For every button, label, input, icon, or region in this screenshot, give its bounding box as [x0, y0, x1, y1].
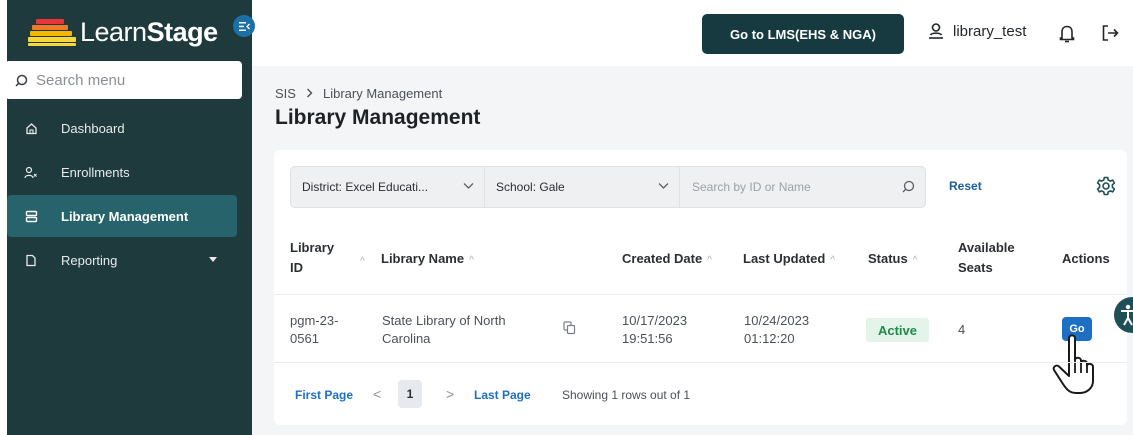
- cell-last-updated: 10/24/2023 01:12:20: [744, 313, 810, 346]
- sidebar-item-label: Dashboard: [61, 120, 125, 136]
- chevron-down-icon: [209, 257, 217, 262]
- logout-button[interactable]: [1101, 24, 1119, 47]
- status-badge: Active: [866, 318, 929, 342]
- first-page-link[interactable]: First Page: [295, 388, 353, 402]
- breadcrumb-current: Library Management: [322, 86, 443, 101]
- document-icon: [24, 253, 38, 267]
- logo-text-bold: Stage: [146, 16, 219, 47]
- logout-icon: [1102, 25, 1119, 41]
- logo-mark-icon: [28, 17, 78, 47]
- column-header-actions: Actions: [1062, 251, 1110, 266]
- collapse-icon: [238, 21, 250, 31]
- user-menu[interactable]: library_test: [927, 22, 1026, 40]
- page-title: Library Management: [275, 106, 481, 129]
- pagination-summary: Showing 1 rows out of 1: [562, 388, 691, 402]
- district-label: District:: [302, 180, 342, 194]
- filter-bar: District: Excel Educati... School: Gale …: [290, 166, 926, 208]
- table-divider: [274, 294, 1127, 295]
- home-icon: [24, 121, 38, 135]
- search-icon: [902, 180, 915, 193]
- breadcrumb-sis[interactable]: SIS: [275, 86, 296, 101]
- column-header-last-updated[interactable]: Last Updated ^: [743, 249, 835, 271]
- column-header-library-name[interactable]: Library Name ^: [381, 249, 474, 271]
- sidebar-item-dashboard[interactable]: Dashboard: [7, 107, 237, 149]
- gear-icon: [1096, 176, 1116, 196]
- search-input[interactable]: Search by ID or Name: [680, 167, 925, 207]
- prev-page-button[interactable]: <: [373, 386, 381, 402]
- school-label: School:: [496, 180, 537, 194]
- column-header-created-date[interactable]: Created Date ^: [622, 249, 712, 271]
- database-icon: [24, 209, 38, 223]
- column-header-library-id[interactable]: Library ID: [290, 238, 334, 278]
- app-logo[interactable]: LearnStage: [28, 14, 218, 50]
- breadcrumb: SIS Library Management: [275, 86, 442, 101]
- accessibility-button[interactable]: [1114, 297, 1133, 333]
- user-icon: [929, 23, 943, 39]
- search-input-placeholder: Search by ID or Name: [692, 180, 811, 194]
- sort-icon: ^: [469, 255, 474, 266]
- last-page-link[interactable]: Last Page: [474, 388, 531, 402]
- sidebar-item-reporting[interactable]: Reporting: [7, 239, 237, 281]
- sort-icon: ^: [912, 255, 918, 266]
- district-value: Excel Educati...: [345, 180, 429, 194]
- sidebar-item-library-management[interactable]: Library Management: [7, 195, 237, 237]
- sidebar-item-label: Enrollments: [61, 164, 130, 180]
- cell-available-seats: 4: [958, 322, 966, 337]
- cell-created-date: 10/17/2023 19:51:56: [622, 313, 688, 346]
- sort-icon[interactable]: ^: [360, 252, 365, 272]
- column-header-status[interactable]: Status ^: [868, 249, 917, 271]
- cell-library-name: State Library of North Carolina: [382, 313, 506, 346]
- bell-icon: [1059, 25, 1075, 43]
- table-divider: [274, 362, 1127, 363]
- sort-icon: ^: [830, 255, 836, 266]
- district-select[interactable]: District: Excel Educati...: [291, 167, 485, 207]
- search-icon: [15, 74, 28, 87]
- next-page-button[interactable]: >: [446, 386, 454, 402]
- go-to-lms-button[interactable]: Go to LMS(EHS & NGA): [702, 14, 904, 54]
- school-value: Gale: [539, 180, 565, 194]
- notifications-button[interactable]: [1058, 24, 1076, 49]
- chevron-down-icon: [658, 183, 669, 189]
- chevron-down-icon: [463, 183, 474, 189]
- chevron-right-icon: [306, 86, 313, 101]
- copy-icon: [563, 321, 576, 335]
- reset-button[interactable]: Reset: [949, 179, 982, 193]
- school-select[interactable]: School: Gale: [485, 167, 680, 207]
- collapse-sidebar-button[interactable]: [233, 15, 255, 37]
- sidebar-item-label: Reporting: [61, 252, 118, 268]
- copy-button[interactable]: [563, 321, 576, 340]
- logo-text-light: Learn: [80, 16, 147, 47]
- settings-button[interactable]: [1096, 176, 1116, 201]
- sidebar-search-placeholder: Search menu: [36, 71, 126, 89]
- sort-icon: ^: [707, 255, 712, 266]
- hand-pointer-icon: [1049, 333, 1099, 400]
- username: library_test: [953, 22, 1027, 40]
- sidebar-search[interactable]: Search menu: [5, 61, 242, 99]
- column-header-available-seats[interactable]: Available Seats: [958, 238, 1015, 278]
- sidebar-item-label: Library Management: [61, 208, 189, 224]
- current-page[interactable]: 1: [398, 380, 422, 408]
- sidebar-item-enrollments[interactable]: Enrollments: [7, 151, 237, 193]
- users-icon: [24, 165, 38, 179]
- cell-library-id: pgm-23- 0561: [290, 313, 339, 346]
- accessibility-icon: [1121, 304, 1133, 326]
